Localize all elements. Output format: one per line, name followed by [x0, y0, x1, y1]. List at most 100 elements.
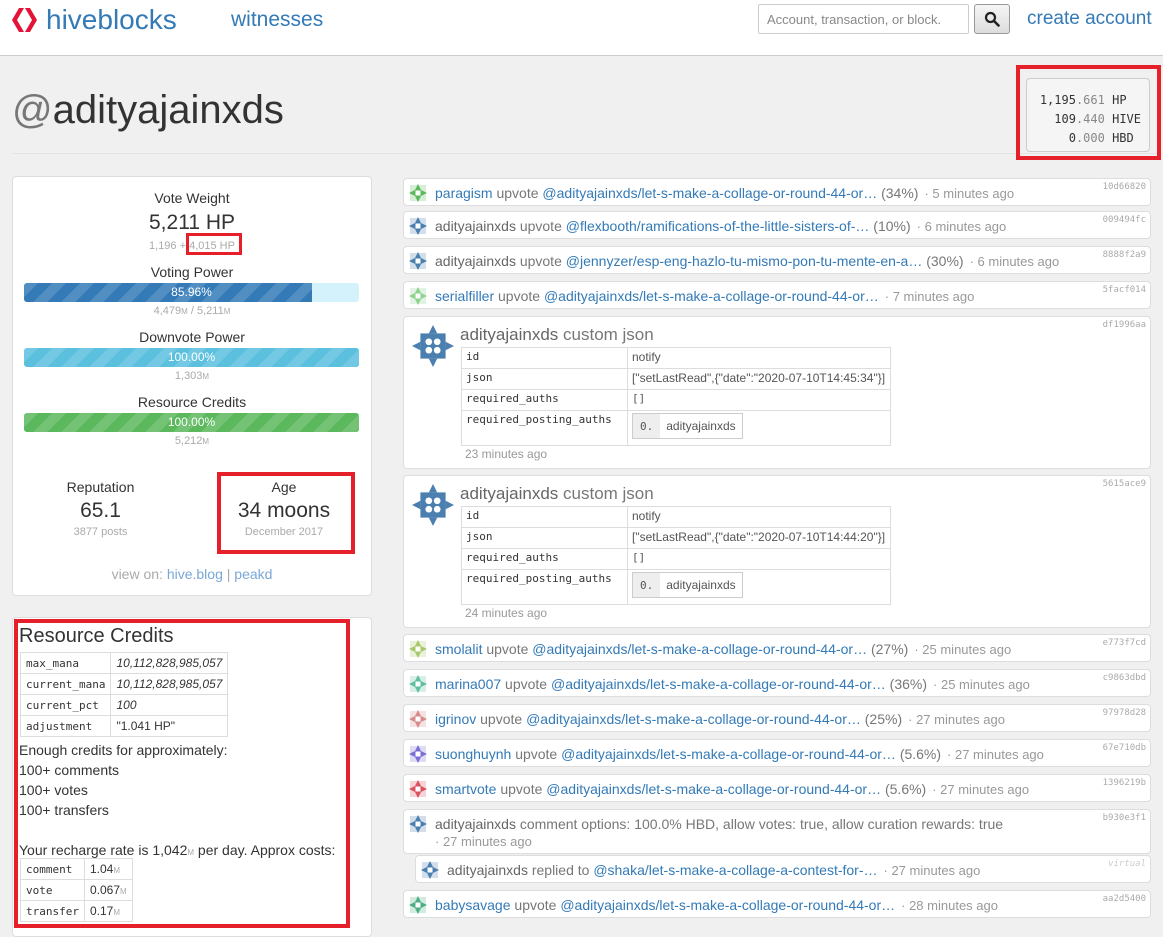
voter-link[interactable]: paragism: [435, 185, 493, 201]
feed-item-vote: serialfiller upvote @adityajainxds/let-s…: [403, 281, 1151, 309]
op-time: · 27 minutes ago: [947, 746, 1044, 762]
peakd-link[interactable]: peakd: [234, 566, 272, 582]
create-account-link[interactable]: create account: [1027, 8, 1152, 30]
posting-auth-item: 0. adityajainxds: [632, 413, 743, 439]
tx-id-link[interactable]: 5615ace9: [1103, 479, 1146, 489]
post-link[interactable]: @jennyzer/esp-eng-hazlo-tu-mismo-pon-tu-…: [566, 253, 923, 269]
op-verb: upvote: [496, 185, 539, 201]
op-time: · 27 minutes ago: [883, 862, 981, 878]
field-row: json ["setLastRead",{"date":"2020-07-10T1…: [461, 368, 891, 390]
field-row: required_posting_auths 0. adityajainxds: [461, 410, 891, 446]
tx-id-link[interactable]: 97978d28: [1103, 708, 1146, 718]
voter-link[interactable]: adityajainxds: [435, 253, 516, 269]
rc-value: 10,112,828,985,057: [110, 673, 229, 695]
tx-id-link[interactable]: 10d66820: [1103, 182, 1146, 192]
tx-id-link[interactable]: 009494fc: [1103, 215, 1146, 225]
rc-capacity-votes: 100+ votes: [19, 782, 88, 798]
resource-credits-mana: 5,212M: [174, 435, 210, 447]
user-avatar-icon: [409, 287, 427, 305]
post-link[interactable]: @adityajainxds/let-s-make-a-collage-or-r…: [526, 711, 861, 727]
rc-value: "1.041 HP": [110, 715, 229, 737]
rc-capacity-transfers: 100+ transfers: [19, 802, 109, 818]
tx-id-link[interactable]: c9863dbd: [1103, 673, 1146, 683]
tx-id-link[interactable]: 1396219b: [1103, 778, 1146, 788]
age-value: 34 moons: [237, 499, 331, 522]
resource-credits-fill: 100.00%: [24, 413, 359, 432]
account-created: December 2017: [244, 526, 324, 538]
resource-credits-label: Resource Credits: [137, 394, 247, 410]
reputation-label: Reputation: [66, 479, 135, 495]
voter-link[interactable]: suonghuynh: [435, 746, 511, 762]
voter-link[interactable]: smartvote: [435, 781, 496, 797]
balance-box: 1,195.661 HP 109.440 HIVE 0.000 HBD: [1026, 78, 1150, 152]
voter-link[interactable]: smolalit: [435, 641, 482, 657]
op-time: · 7 minutes ago: [884, 288, 975, 304]
rc-cost-key: transfer: [20, 900, 85, 922]
post-link[interactable]: @shaka/let-s-make-a-collage-a-contest-fo…: [593, 862, 877, 878]
hive-blog-link[interactable]: hive.blog: [167, 566, 223, 582]
actor-link[interactable]: adityajainxds: [460, 325, 558, 344]
post-link[interactable]: @adityajainxds/let-s-make-a-collage-or-r…: [544, 288, 879, 304]
field-row: required_posting_auths 0. adityajainxds: [461, 569, 891, 605]
tx-id-link[interactable]: e773f7cd: [1103, 638, 1146, 648]
op-verb: upvote: [480, 711, 523, 727]
age-block: Age 34 moons December 2017: [199, 479, 369, 538]
post-link[interactable]: @adityajainxds/let-s-make-a-collage-or-r…: [560, 897, 895, 913]
reputation-value: 65.1: [80, 499, 121, 522]
actor-link[interactable]: adityajainxds: [460, 484, 558, 503]
actor-link[interactable]: adityajainxds: [435, 816, 516, 832]
op-verb: upvote: [498, 288, 541, 304]
tx-id-link[interactable]: 8888f2a9: [1103, 250, 1146, 260]
posting-auth-item: 0. adityajainxds: [632, 572, 743, 598]
rc-cost-row: comment 1.04M: [20, 858, 133, 880]
post-link[interactable]: @adityajainxds/let-s-make-a-collage-or-r…: [551, 676, 886, 692]
vote-weight: (36%): [889, 676, 928, 692]
op-verb: upvote: [500, 781, 543, 797]
at-symbol: @: [12, 88, 53, 132]
post-link[interactable]: @adityajainxds/let-s-make-a-collage-or-r…: [532, 641, 867, 657]
op-time: 24 minutes ago: [465, 606, 548, 620]
downvote-power-fill: 100.00%: [24, 348, 359, 367]
feed-item-comment-options: adityajainxds comment options: 100.0% HB…: [403, 809, 1151, 854]
tx-id-link[interactable]: 5facf014: [1103, 285, 1146, 295]
op-time: · 25 minutes ago: [914, 641, 1012, 657]
actor-link[interactable]: adityajainxds: [447, 862, 528, 878]
vote-weight: (25%): [864, 711, 903, 727]
op-fields-table: id notify json ["setLastRead",{"date":"202…: [461, 506, 891, 605]
feed-item-vote: adityajainxds upvote @flexbooth/ramifica…: [403, 211, 1151, 239]
tx-id-link[interactable]: aa2d5400: [1103, 894, 1146, 904]
op-fields-table: id notify json ["setLastRead",{"date":"202…: [461, 347, 891, 446]
voter-link[interactable]: marina007: [435, 676, 501, 692]
search-button[interactable]: [974, 4, 1010, 34]
tx-id-link[interactable]: b930e3f1: [1103, 813, 1146, 823]
tx-id-link[interactable]: 67e710db: [1103, 743, 1146, 753]
post-link[interactable]: @adityajainxds/let-s-make-a-collage-or-r…: [561, 746, 896, 762]
user-avatar-icon: [409, 217, 427, 235]
voting-power-fill: 85.96%: [24, 283, 312, 302]
rc-cost-key: comment: [20, 858, 85, 880]
rc-key: adjustment: [19, 715, 112, 737]
user-avatar-icon: [409, 896, 427, 914]
nav-witnesses-link[interactable]: witnesses: [231, 8, 323, 32]
op-description: comment options: 100.0% HBD, allow votes…: [519, 816, 1004, 832]
brand-link[interactable]: hiveblocks: [12, 4, 177, 36]
rc-cost-value: 1.04M: [83, 858, 133, 880]
feed-item-vote: suonghuynh upvote @adityajainxds/let-s-m…: [403, 739, 1151, 767]
post-link[interactable]: @adityajainxds/let-s-make-a-collage-or-r…: [546, 781, 881, 797]
field-row: json ["setLastRead",{"date":"2020-07-10T1…: [461, 527, 891, 549]
search-input[interactable]: [758, 4, 969, 34]
feed-item-reply: adityajainxds replied to @shaka/let-s-ma…: [415, 855, 1151, 883]
post-link[interactable]: @flexbooth/ramifications-of-the-little-s…: [566, 218, 870, 234]
user-avatar-icon: [421, 861, 439, 879]
voter-link[interactable]: adityajainxds: [435, 218, 516, 234]
voter-link[interactable]: igrinov: [435, 711, 476, 727]
virtual-op-badge: virtual: [1108, 859, 1146, 869]
voter-link[interactable]: serialfiller: [435, 288, 494, 304]
view-on: view on: hive.blog | peakd: [111, 566, 273, 582]
tx-id-link[interactable]: df1996aa: [1103, 320, 1146, 330]
user-avatar-icon: [412, 325, 454, 367]
post-link[interactable]: @adityajainxds/let-s-make-a-collage-or-r…: [542, 185, 877, 201]
user-avatar-icon: [409, 710, 427, 728]
vote-weight: (34%): [881, 185, 919, 201]
voter-link[interactable]: babysavage: [435, 897, 511, 913]
